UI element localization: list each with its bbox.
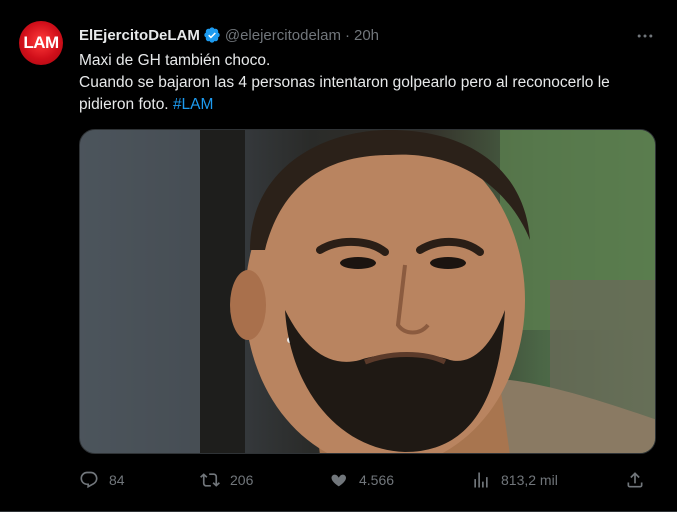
tweet-photo[interactable]	[79, 129, 656, 454]
reply-count: 84	[109, 472, 125, 488]
tweet-line-2-text: Cuando se bajaron las 4 personas intenta…	[79, 74, 610, 113]
avatar[interactable]: LAM	[19, 21, 63, 65]
reply-icon	[80, 471, 98, 489]
photo-man-face	[80, 130, 655, 453]
more-icon[interactable]	[635, 26, 655, 46]
tweet-line-1: Maxi de GH también choco.	[79, 52, 271, 69]
like-button[interactable]: 4.566	[329, 468, 394, 492]
like-count: 4.566	[359, 472, 395, 488]
views-icon	[474, 472, 488, 488]
views-button[interactable]: 813,2 mil	[471, 468, 558, 492]
share-icon	[627, 472, 643, 488]
timestamp[interactable]: 20h	[354, 27, 379, 44]
tweet-actions: 84 206 4.566 813,2 mil	[79, 468, 656, 492]
author-handle[interactable]: @elejercitodelam	[225, 27, 341, 44]
like-icon	[331, 474, 346, 487]
tweet-text: Maxi de GH también choco. Cuando se baja…	[79, 50, 664, 116]
retweet-count: 206	[230, 472, 254, 488]
share-button[interactable]	[625, 468, 645, 492]
hashtag-link[interactable]: #LAM	[173, 96, 214, 113]
avatar-logo-text: LAM	[23, 33, 59, 52]
retweet-icon	[200, 473, 220, 487]
reply-button[interactable]: 84	[79, 468, 125, 492]
separator-dot: ·	[344, 26, 350, 44]
tweet-header: ElEjercitoDeLAM @elejercitodelam · 20h	[79, 24, 657, 46]
tweet[interactable]: LAM ElEjercitoDeLAM @elejercitodelam · 2…	[0, 0, 677, 512]
tweet-line-2: Cuando se bajaron las 4 personas intenta…	[79, 72, 664, 116]
author-name[interactable]: ElEjercitoDeLAM	[79, 27, 200, 44]
retweet-button[interactable]: 206	[200, 468, 253, 492]
verified-badge-icon	[203, 26, 221, 44]
views-count: 813,2 mil	[501, 472, 558, 488]
